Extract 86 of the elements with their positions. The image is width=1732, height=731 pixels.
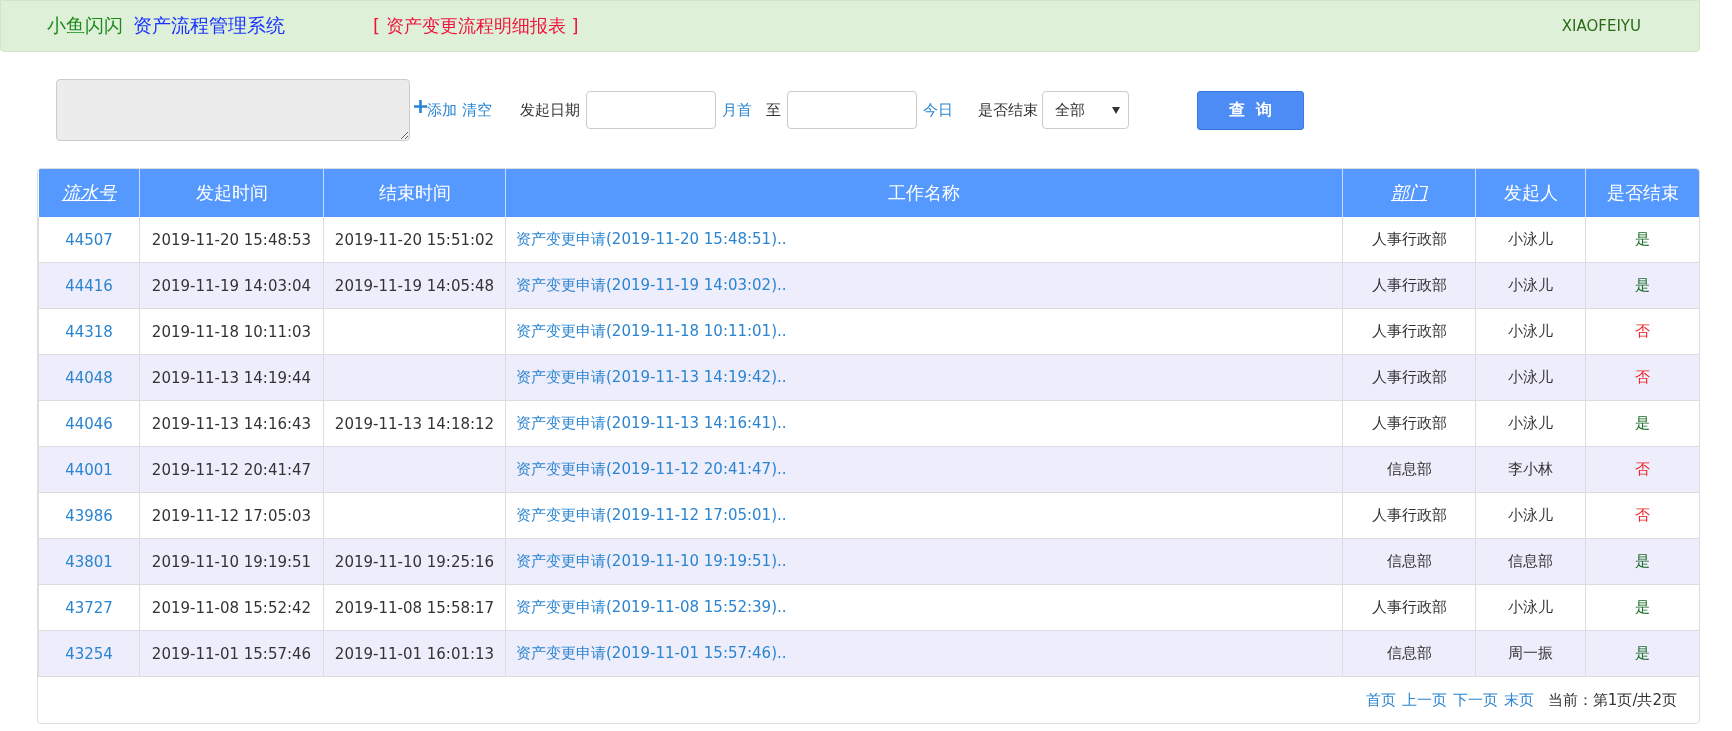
table-cell: 2019-11-01 15:57:46 — [139, 630, 324, 677]
brand-name: 小鱼闪闪 — [47, 13, 123, 38]
column-header[interactable]: 部门 — [1342, 169, 1476, 217]
id-link[interactable]: 44416 — [38, 262, 140, 309]
ended-select[interactable]: 全部 — [1042, 91, 1129, 129]
to-label: 至 — [766, 100, 781, 120]
table-cell: 李小林 — [1475, 446, 1586, 493]
table-cell: 小泳儿 — [1475, 400, 1586, 447]
id-link[interactable]: 44048 — [38, 354, 140, 401]
user-name: XIAOFEIYU — [1561, 17, 1641, 35]
table-cell: 2019-11-08 15:58:17 — [323, 584, 506, 631]
table-cell: 小泳儿 — [1475, 308, 1586, 355]
table-cell: 信息部 — [1342, 538, 1476, 585]
work-name-link[interactable]: 资产变更申请(2019-11-19 14:03:02).. — [505, 262, 1343, 309]
work-name-link[interactable]: 资产变更申请(2019-11-18 10:11:01).. — [505, 308, 1343, 355]
date-label: 发起日期 — [520, 100, 580, 120]
pager-link[interactable]: 首页 — [1365, 690, 1396, 710]
id-link[interactable]: 43727 — [38, 584, 140, 631]
today-link[interactable]: 今日 — [923, 100, 953, 120]
table-cell: 2019-11-19 14:03:04 — [139, 262, 324, 309]
pager-link[interactable]: 下一页 — [1452, 690, 1498, 710]
table-cell: 信息部 — [1475, 538, 1586, 585]
table-cell: 2019-11-10 19:19:51 — [139, 538, 324, 585]
table-cell: 2019-11-19 14:05:48 — [323, 262, 506, 309]
report-title: [ 资产变更流程明细报表 ] — [373, 14, 579, 38]
id-link[interactable]: 43254 — [38, 630, 140, 677]
work-name-link[interactable]: 资产变更申请(2019-11-13 14:19:42).. — [505, 354, 1343, 401]
table-cell: 人事行政部 — [1342, 584, 1476, 631]
id-link[interactable]: 44046 — [38, 400, 140, 447]
column-header: 是否结束 — [1585, 169, 1699, 217]
caret-icon — [1112, 106, 1120, 114]
table-cell: 周一振 — [1475, 630, 1586, 677]
start-date-field[interactable] — [586, 91, 716, 129]
table-cell: 2019-11-12 20:41:47 — [139, 446, 324, 493]
add-link[interactable]: 添加 — [427, 100, 457, 120]
table-cell: 人事行政部 — [1342, 492, 1476, 539]
table-cell: 信息部 — [1342, 630, 1476, 677]
table-cell: 2019-11-13 14:19:44 — [139, 354, 324, 401]
work-name-link[interactable]: 资产变更申请(2019-11-01 15:57:46).. — [505, 630, 1343, 677]
table-cell: 2019-11-10 19:25:16 — [323, 538, 506, 585]
work-name-link[interactable]: 资产变更申请(2019-11-13 14:16:41).. — [505, 400, 1343, 447]
table-cell: 2019-11-01 16:01:13 — [323, 630, 506, 677]
table-cell: 人事行政部 — [1342, 400, 1476, 447]
table-cell: 2019-11-13 14:18:12 — [323, 400, 506, 447]
table-cell: 2019-11-08 15:52:42 — [139, 584, 324, 631]
column-header: 发起人 — [1475, 169, 1586, 217]
table-cell: 人事行政部 — [1342, 217, 1476, 263]
work-name-link[interactable]: 资产变更申请(2019-11-10 19:19:51).. — [505, 538, 1343, 585]
table-cell: 2019-11-18 10:11:03 — [139, 308, 324, 355]
table-cell: 2019-11-12 17:05:03 — [139, 492, 324, 539]
column-header: 发起时间 — [139, 169, 324, 217]
id-link[interactable]: 43801 — [38, 538, 140, 585]
table-cell: 小泳儿 — [1475, 584, 1586, 631]
month-start-link[interactable]: 月首 — [722, 100, 752, 120]
id-link[interactable]: 43986 — [38, 492, 140, 539]
id-link[interactable]: 44507 — [38, 217, 140, 263]
table-cell: 2019-11-20 15:48:53 — [139, 217, 324, 263]
system-title: 资产流程管理系统 — [133, 13, 285, 38]
page-status: 当前：第1页/共2页 — [1547, 690, 1677, 710]
work-name-link[interactable]: 资产变更申请(2019-11-12 20:41:47).. — [505, 446, 1343, 493]
clear-link[interactable]: 清空 — [462, 100, 492, 120]
work-name-link[interactable]: 资产变更申请(2019-11-08 15:52:39).. — [505, 584, 1343, 631]
plus-icon — [414, 99, 427, 113]
pager-link[interactable]: 上一页 — [1401, 690, 1447, 710]
input-field[interactable] — [56, 79, 410, 141]
table-cell: 小泳儿 — [1475, 217, 1586, 263]
table-cell: 小泳儿 — [1475, 354, 1586, 401]
table-cell: 2019-11-20 15:51:02 — [323, 217, 506, 263]
table-cell: 人事行政部 — [1342, 262, 1476, 309]
table-cell: 小泳儿 — [1475, 262, 1586, 309]
table-cell: 人事行政部 — [1342, 308, 1476, 355]
column-header: 工作名称 — [505, 169, 1343, 217]
query-button[interactable]: 查 询 — [1197, 90, 1304, 130]
table-cell: 2019-11-13 14:16:43 — [139, 400, 324, 447]
work-name-link[interactable]: 资产变更申请(2019-11-20 15:48:51).. — [505, 217, 1343, 263]
pager-link[interactable]: 末页 — [1503, 690, 1534, 710]
table-cell: 小泳儿 — [1475, 492, 1586, 539]
id-link[interactable]: 44001 — [38, 446, 140, 493]
id-link[interactable]: 44318 — [38, 308, 140, 355]
column-header: 结束时间 — [323, 169, 506, 217]
table-cell: 信息部 — [1342, 446, 1476, 493]
work-name-link[interactable]: 资产变更申请(2019-11-12 17:05:01).. — [505, 492, 1343, 539]
column-header[interactable]: 流水号 — [38, 169, 140, 217]
ended-label: 是否结束 — [978, 100, 1038, 120]
end-date-field[interactable] — [787, 91, 917, 129]
table-cell: 人事行政部 — [1342, 354, 1476, 401]
